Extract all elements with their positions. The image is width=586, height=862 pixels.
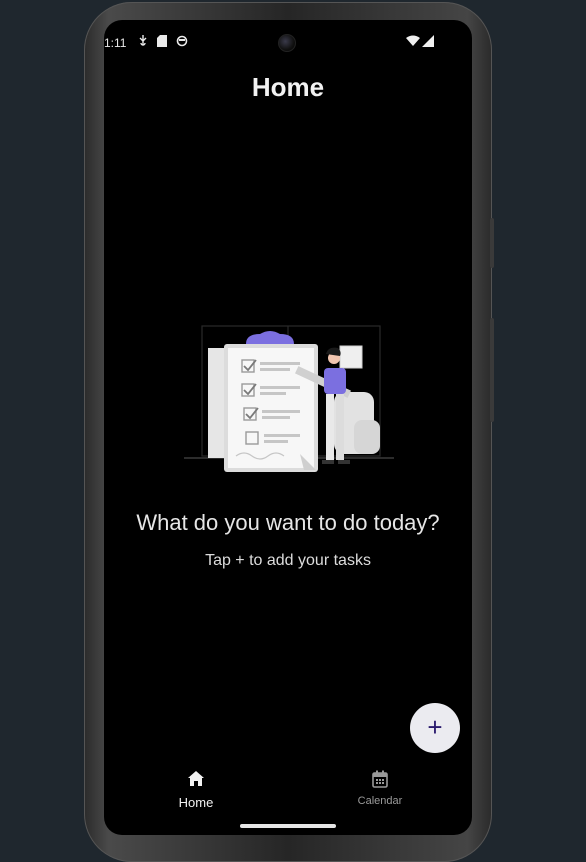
front-camera (278, 34, 296, 52)
empty-state-subline: Tap + to add your tasks (205, 552, 371, 569)
home-icon (188, 771, 204, 786)
volume-button (490, 218, 494, 268)
wifi-icon (406, 35, 420, 46)
status-time: 1:11 (104, 36, 127, 50)
sync-icon (176, 35, 188, 47)
usb-debug-icon (139, 35, 147, 46)
sd-card-icon (157, 35, 167, 47)
calendar-icon (372, 770, 388, 788)
gesture-navigation-bar[interactable] (240, 824, 336, 828)
page-title: Home (251, 72, 325, 102)
nav-label-calendar: Calendar (357, 795, 403, 807)
cellular-signal-icon (422, 35, 434, 47)
add-task-button[interactable]: + (410, 703, 460, 753)
empty-state-headline: What do you want to do today? (136, 510, 440, 535)
plus-icon: + (427, 712, 443, 742)
power-button (490, 318, 494, 422)
nav-item-calendar[interactable]: Calendar (340, 770, 420, 807)
app-screen: 1:11 Home What do you want to do today? … (104, 20, 472, 835)
nav-label-home: Home (178, 795, 214, 810)
task-checklist-illustration (184, 325, 394, 472)
nav-item-home[interactable]: Home (156, 770, 236, 810)
